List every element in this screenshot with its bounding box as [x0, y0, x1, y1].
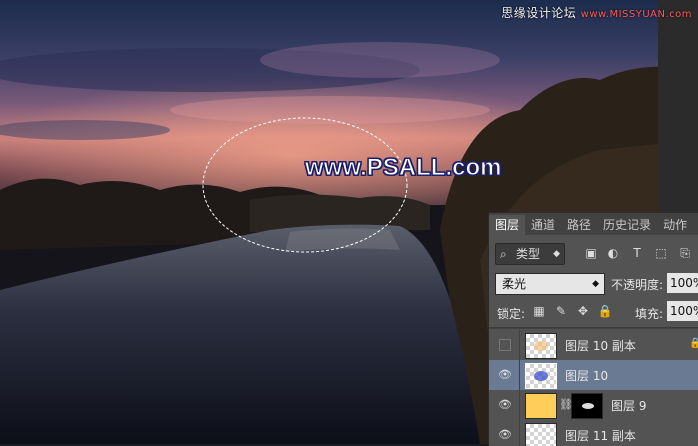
layer-row-partial[interactable]	[489, 328, 698, 346]
lock-icon: 🔒	[689, 338, 698, 349]
opacity-field[interactable]: 100%	[667, 273, 698, 293]
eye-icon[interactable]: 👁	[497, 397, 513, 413]
opacity-label: 不透明度:	[611, 278, 664, 292]
visibility-toggle[interactable]	[499, 339, 511, 351]
fill-field[interactable]: 100%	[667, 301, 698, 321]
layers-list: 图层 10 副本 🔒 👁 图层 10 👁 ⛓ 图层 9 👁 图层 11 副	[489, 327, 698, 446]
layer-row[interactable]: 图层 10 副本 🔒	[489, 330, 698, 361]
lock-label: 锁定:	[497, 307, 526, 321]
tab-channels[interactable]: 通道	[525, 215, 561, 235]
layer-name[interactable]: 图层 11 副本	[565, 427, 636, 444]
layer-thumbnail	[525, 423, 557, 446]
blend-mode-value: 柔光	[502, 277, 527, 291]
shape-filter-icon[interactable]: ⬚	[653, 245, 669, 261]
tab-layers[interactable]: 图层	[489, 215, 526, 235]
layer-name[interactable]: 图层 10 副本	[565, 337, 636, 354]
layer-thumbnail	[525, 363, 557, 389]
adjustment-filter-icon[interactable]: ◐	[605, 245, 621, 261]
layer-row-selected[interactable]: 👁 图层 10	[489, 360, 698, 391]
blend-mode-select[interactable]: 柔光 ◆	[495, 273, 605, 295]
panel-tabs: 图层 通道 路径 历史记录 动作	[489, 213, 698, 235]
layers-panel: 图层 通道 路径 历史记录 动作 ⌕ 类型 ◆ ▣ ◐ T ⬚ ⎘ 柔光 ◆ 不…	[488, 212, 698, 446]
layer-filter-select[interactable]: ⌕ 类型 ◆	[495, 243, 565, 265]
filter-kind-label: 类型	[516, 247, 541, 261]
lock-position-icon[interactable]: ✥	[575, 303, 591, 319]
watermark-site: 思缘设计论坛	[501, 6, 577, 20]
search-icon: ⌕	[500, 247, 507, 261]
fill-label: 填充:	[635, 307, 664, 321]
tab-paths[interactable]: 路径	[561, 215, 597, 235]
chevron-down-icon: ◆	[553, 249, 560, 259]
tab-actions[interactable]: 动作	[657, 215, 693, 235]
lock-image-icon[interactable]: ✎	[553, 303, 569, 319]
smart-object-filter-icon[interactable]: ⎘	[677, 245, 693, 261]
lock-all-icon[interactable]: 🔒	[597, 303, 613, 319]
layer-name[interactable]: 图层 9	[611, 397, 646, 414]
layer-row[interactable]: 👁 图层 11 副本	[489, 420, 698, 446]
layer-thumbnail	[525, 333, 557, 359]
watermark-url: www.MISSYUAN.com	[580, 9, 692, 20]
eye-icon[interactable]: 👁	[497, 367, 513, 383]
tab-history[interactable]: 历史记录	[597, 215, 657, 235]
layer-row[interactable]: 👁 ⛓ 图层 9	[489, 390, 698, 421]
panel-dock-strip	[658, 0, 698, 212]
center-watermark: www.PSALL.com	[304, 154, 502, 182]
layer-name[interactable]: 图层 10	[565, 367, 608, 384]
eye-icon[interactable]: 👁	[497, 427, 513, 443]
chevron-down-icon: ◆	[592, 279, 599, 289]
site-watermark: 思缘设计论坛 www.MISSYUAN.com	[501, 4, 692, 21]
layer-mask-thumbnail[interactable]	[571, 393, 603, 419]
image-filter-icon[interactable]: ▣	[583, 245, 599, 261]
type-filter-icon[interactable]: T	[629, 245, 645, 261]
layer-thumbnail	[525, 393, 557, 419]
lock-transparent-icon[interactable]: ▦	[531, 303, 547, 319]
